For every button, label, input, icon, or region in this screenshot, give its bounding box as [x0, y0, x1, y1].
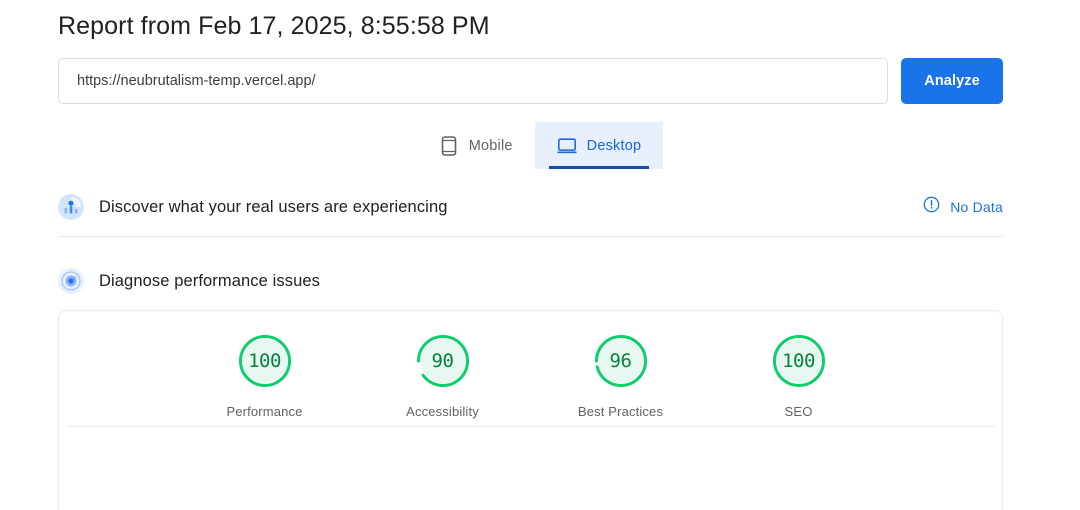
- score-label-accessibility: Accessibility: [406, 404, 479, 419]
- discover-status-label: No Data: [950, 199, 1003, 215]
- score-value-performance: 100: [248, 350, 281, 372]
- gauge-ring-accessibility: 90: [415, 333, 471, 389]
- real-users-icon: [58, 194, 84, 220]
- tab-mobile[interactable]: Mobile: [417, 122, 535, 169]
- diagnose-gauge-icon: [58, 268, 84, 294]
- tab-desktop[interactable]: Desktop: [534, 122, 664, 169]
- score-label-seo: SEO: [784, 404, 813, 419]
- url-input[interactable]: [58, 58, 888, 104]
- section-discover-heading: Discover what your real users are experi…: [99, 197, 448, 216]
- url-analyze-row: Analyze: [58, 58, 1003, 104]
- tab-mobile-label: Mobile: [468, 137, 513, 154]
- section-divider: [58, 236, 1003, 237]
- score-card-divider: [67, 426, 996, 427]
- section-diagnose-performance: Diagnose performance issues: [58, 262, 1003, 300]
- score-value-accessibility: 90: [431, 350, 454, 372]
- mobile-icon: [439, 135, 459, 156]
- gauge-ring-best-practices: 96: [593, 333, 649, 389]
- score-gauge-best-practices[interactable]: 96 Best Practices: [562, 333, 680, 419]
- desktop-icon: [557, 136, 577, 156]
- score-label-best-practices: Best Practices: [577, 404, 664, 419]
- analyze-button[interactable]: Analyze: [901, 58, 1003, 104]
- gauge-ring-seo: 100: [771, 333, 827, 389]
- score-value-best-practices: 96: [609, 350, 632, 372]
- score-label-performance: Performance: [226, 404, 303, 419]
- section-diagnose-heading: Diagnose performance issues: [99, 271, 320, 290]
- device-tabs: Mobile Desktop: [0, 122, 1080, 169]
- score-gauge-performance[interactable]: 100 Performance: [206, 333, 324, 419]
- score-gauge-seo[interactable]: 100 SEO: [740, 333, 858, 419]
- score-value-seo: 100: [782, 350, 815, 372]
- gauge-ring-performance: 100: [237, 333, 293, 389]
- discover-status[interactable]: No Data: [923, 196, 1003, 218]
- info-circle-icon: [923, 196, 940, 218]
- tab-desktop-label: Desktop: [586, 137, 642, 154]
- score-gauge-list: 100 Performance 90 Accessibility 96 Best…: [59, 333, 1004, 419]
- pagespeed-report-page: Report from Feb 17, 2025, 8:55:58 PM Ana…: [0, 0, 1080, 510]
- page-title: Report from Feb 17, 2025, 8:55:58 PM: [58, 12, 490, 40]
- score-card: 100 Performance 90 Accessibility 96 Best…: [58, 310, 1003, 510]
- section-discover-real-users: Discover what your real users are experi…: [58, 188, 1003, 226]
- score-gauge-accessibility[interactable]: 90 Accessibility: [384, 333, 502, 419]
